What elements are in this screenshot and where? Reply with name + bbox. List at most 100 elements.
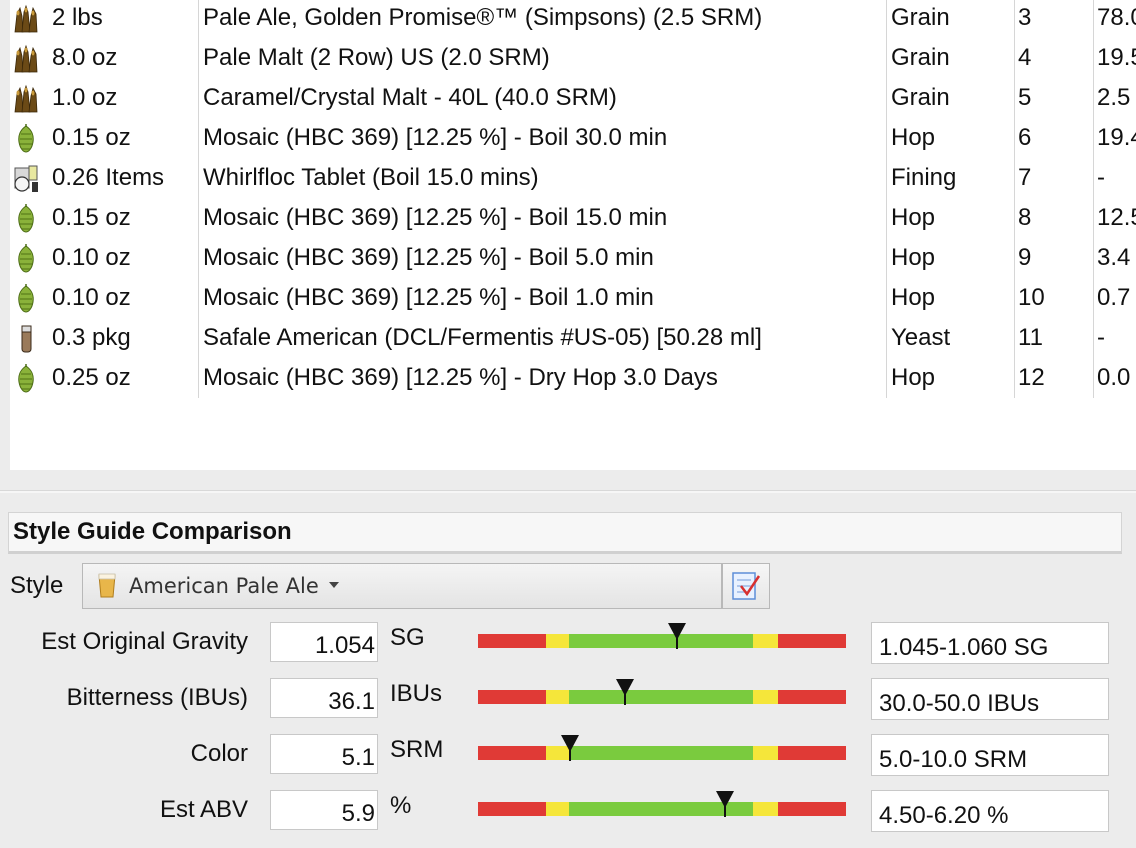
panel-divider[interactable] [0, 490, 1136, 493]
ingredient-amount: 2 lbs [52, 4, 103, 31]
stat-label: Color [190, 740, 248, 767]
ingredient-type: Hop [891, 364, 936, 391]
grain-icon [12, 4, 40, 40]
ingredient-amount: 0.15 oz [52, 124, 131, 151]
ingredient-percent: 0.7 [1097, 284, 1131, 311]
ingredient-percent: 0.0 [1097, 364, 1131, 391]
ingredient-number: 5 [1018, 84, 1032, 111]
ingredient-name: Caramel/Crystal Malt - 40L (40.0 SRM) [203, 84, 617, 111]
ingredient-type: Hop [891, 244, 936, 271]
ingredients-table: 2 lbs Pale Ale, Golden Promise®™ (Simpson… [10, 0, 1136, 470]
beer-glass-icon [97, 573, 117, 604]
ingredient-amount: 0.3 pkg [52, 324, 131, 351]
ingredient-type: Hop [891, 284, 936, 311]
ingredient-number: 9 [1018, 244, 1032, 271]
checklist-icon [732, 572, 761, 600]
style-range-bar [478, 690, 846, 704]
ingredient-percent: 78.0 [1097, 4, 1136, 31]
level-marker-icon [715, 791, 734, 817]
ingredient-number: 8 [1018, 204, 1032, 231]
hop-icon [12, 284, 40, 320]
ingredient-type: Fining [891, 164, 957, 191]
ingredient-number: 4 [1018, 44, 1032, 71]
ingredient-percent: 12.5 [1097, 204, 1136, 231]
ingredient-number: 3 [1018, 4, 1032, 31]
ingredient-number: 11 [1018, 324, 1043, 351]
grain-icon [12, 44, 40, 80]
table-row[interactable]: 2 lbs Pale Ale, Golden Promise®™ (Simpson… [10, 0, 1136, 40]
ingredient-amount: 1.0 oz [52, 84, 118, 111]
ingredient-percent: - [1097, 164, 1105, 191]
yeast-icon [12, 324, 40, 360]
stat-label: Est Original Gravity [41, 628, 248, 655]
stat-label: Est ABV [159, 796, 248, 823]
ingredient-type: Grain [891, 44, 950, 71]
table-row[interactable]: 0.10 oz Mosaic (HBC 369) [12.25 %] - Boil… [10, 280, 1136, 320]
hop-icon [12, 124, 40, 160]
hop-icon [12, 364, 40, 400]
ingredient-name: Whirlfloc Tablet (Boil 15.0 mins) [203, 164, 539, 191]
ingredient-type: Grain [891, 4, 950, 31]
grain-icon [12, 84, 40, 120]
style-range-bar [478, 746, 846, 760]
stat-range: 5.0-10.0 SRM [871, 734, 1109, 776]
ingredient-percent: 3.4 [1097, 244, 1131, 271]
style-dropdown[interactable]: American Pale Ale [82, 563, 722, 609]
stat-range: 4.50-6.20 % [871, 790, 1109, 832]
ingredient-name: Mosaic (HBC 369) [12.25 %] - Dry Hop 3.0… [203, 364, 718, 391]
ingredient-number: 7 [1018, 164, 1032, 191]
table-row[interactable]: 0.10 oz Mosaic (HBC 369) [12.25 %] - Boil… [10, 240, 1136, 280]
stat-label: Bitterness (IBUs) [66, 684, 248, 711]
ingredient-name: Mosaic (HBC 369) [12.25 %] - Boil 15.0 m… [203, 204, 668, 231]
table-row[interactable]: 0.26 Items Whirlfloc Tablet (Boil 15.0 mi… [10, 160, 1136, 200]
fining-icon [12, 164, 42, 200]
hop-icon [12, 204, 40, 240]
ingredient-amount: 8.0 oz [52, 44, 118, 71]
ingredient-percent: - [1097, 324, 1105, 351]
ingredient-amount: 0.15 oz [52, 204, 131, 231]
ingredient-percent: 19.5 [1097, 44, 1136, 71]
table-row[interactable]: 0.3 pkg Safale American (DCL/Fermentis #U… [10, 320, 1136, 360]
ingredient-amount: 0.10 oz [52, 284, 131, 311]
ingredient-name: Safale American (DCL/Fermentis #US-05) [… [203, 324, 762, 351]
stat-unit: % [390, 792, 412, 819]
hop-icon [12, 244, 40, 280]
table-row[interactable]: 8.0 oz Pale Malt (2 Row) US (2.0 SRM) Grai… [10, 40, 1136, 80]
ingredient-number: 10 [1018, 284, 1045, 311]
stat-value: 5.1 [270, 734, 378, 774]
style-label: Style [10, 572, 64, 599]
table-row[interactable]: 0.25 oz Mosaic (HBC 369) [12.25 %] - Dry … [10, 360, 1136, 400]
stat-unit: IBUs [390, 680, 443, 707]
table-row[interactable]: 0.15 oz Mosaic (HBC 369) [12.25 %] - Boil… [10, 120, 1136, 160]
ingredient-name: Mosaic (HBC 369) [12.25 %] - Boil 5.0 mi… [203, 244, 654, 271]
ingredient-name: Pale Ale, Golden Promise®™ (Simpsons) (2… [203, 4, 763, 31]
ingredient-name: Mosaic (HBC 369) [12.25 %] - Boil 30.0 m… [203, 124, 668, 151]
ingredient-amount: 0.25 oz [52, 364, 131, 391]
table-row[interactable]: 1.0 oz Caramel/Crystal Malt - 40L (40.0 S… [10, 80, 1136, 120]
section-title: Style Guide Comparison [13, 518, 292, 545]
ingredient-type: Grain [891, 84, 950, 111]
style-range-bar [478, 634, 846, 648]
ingredient-type: Hop [891, 204, 936, 231]
ingredient-percent: 2.5 [1097, 84, 1131, 111]
ingredient-name: Mosaic (HBC 369) [12.25 %] - Boil 1.0 mi… [203, 284, 654, 311]
level-marker-icon [667, 623, 686, 649]
stat-unit: SG [390, 624, 425, 651]
stat-range: 1.045-1.060 SG [871, 622, 1109, 664]
ingredient-name: Pale Malt (2 Row) US (2.0 SRM) [203, 44, 550, 71]
stat-value: 5.9 [270, 790, 378, 830]
style-range-bar [478, 802, 846, 816]
ingredient-percent: 19.4 [1097, 124, 1136, 151]
ingredient-amount: 0.10 oz [52, 244, 131, 271]
stat-unit: SRM [390, 736, 444, 763]
section-header: Style Guide Comparison [8, 512, 1122, 554]
ingredient-type: Yeast [891, 324, 951, 351]
table-row[interactable]: 0.15 oz Mosaic (HBC 369) [12.25 %] - Boil… [10, 200, 1136, 240]
ingredient-type: Hop [891, 124, 936, 151]
stat-value: 36.1 [270, 678, 378, 718]
ingredient-number: 6 [1018, 124, 1032, 151]
chevron-down-icon [329, 582, 339, 588]
level-marker-icon [616, 679, 635, 705]
style-info-button[interactable] [722, 563, 770, 609]
ingredient-number: 12 [1018, 364, 1045, 391]
